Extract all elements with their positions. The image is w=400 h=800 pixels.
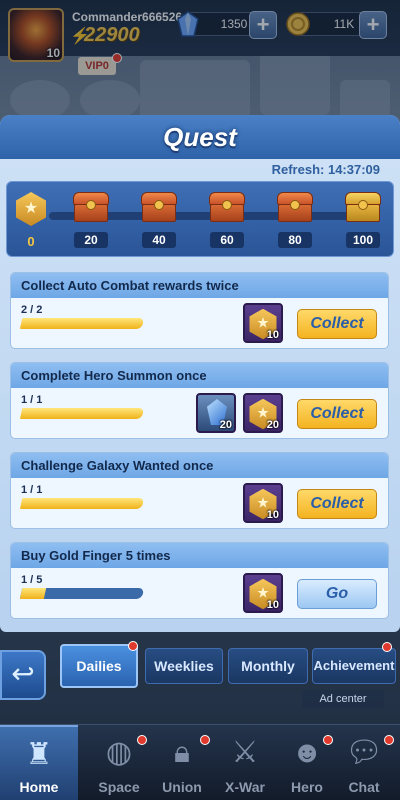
lock-icon: 🔒︎	[174, 736, 190, 769]
page-title: Quest	[163, 122, 237, 152]
current-points-value: 0	[27, 234, 35, 249]
milestone-label: 20	[74, 232, 108, 248]
quest-progress-text: 2 / 2	[21, 304, 43, 316]
quest-row: Buy Gold Finger 5 times 1 / 5 ★ 10 Go	[10, 542, 389, 619]
milestone-chest[interactable]: 100	[341, 190, 385, 249]
milestone-label: 40	[142, 232, 176, 248]
home-tower-icon: ♜	[25, 738, 53, 771]
tab-achievement[interactable]: Achievement	[312, 648, 396, 684]
collect-button[interactable]: Collect	[297, 489, 377, 519]
planet-icon: ◍	[105, 736, 133, 769]
collect-button[interactable]: Collect	[297, 309, 377, 339]
chest-icon	[139, 190, 179, 224]
milestone-label: 100	[346, 232, 380, 248]
quest-title-bar: Quest	[0, 115, 400, 159]
reward-quest-medal[interactable]: ★ 10	[243, 303, 283, 343]
quest-row: Complete Hero Summon once 1 / 1 20 ★ 20 …	[10, 362, 389, 439]
reward-count: 10	[266, 599, 279, 611]
chat-bubble-icon: 💬︎	[344, 736, 384, 769]
milestone-chest[interactable]: 80	[273, 190, 317, 249]
milestone-chest[interactable]: 60	[205, 190, 249, 249]
chest-icon	[207, 190, 247, 224]
milestone-bar: ★ 0 20 40 60 80 100	[6, 181, 394, 257]
union-notification-dot	[200, 735, 210, 745]
quest-progress-text: 1 / 5	[21, 574, 43, 586]
quest-title: Collect Auto Combat rewards twice	[21, 278, 239, 293]
collect-button[interactable]: Collect	[297, 399, 377, 429]
ad-center-button[interactable]: Ad center	[302, 690, 384, 708]
quest-title: Buy Gold Finger 5 times	[21, 548, 171, 563]
quest-medal-icon: ★	[14, 190, 48, 228]
chest-icon	[275, 190, 315, 224]
reward-crystal[interactable]: 20	[196, 393, 236, 433]
go-button[interactable]: Go	[297, 579, 377, 609]
quest-row: Collect Auto Combat rewards twice 2 / 2 …	[10, 272, 389, 349]
tab-monthly[interactable]: Monthly	[228, 648, 308, 684]
crossed-swords-icon: ⚔	[231, 736, 259, 769]
nav-label: Chat	[348, 779, 380, 795]
nav-label: Home	[19, 779, 59, 795]
chest-icon	[71, 190, 111, 224]
quest-progress-bar	[19, 318, 145, 329]
achievement-notification-dot	[382, 642, 392, 652]
nav-home[interactable]: ♜ Home	[0, 725, 78, 800]
reward-count: 10	[266, 329, 279, 341]
quest-title: Complete Hero Summon once	[21, 368, 207, 383]
quest-progress-bar	[19, 498, 145, 509]
bottom-nav: ♜ Home ◍ Space 🔒︎ Union ⚔ X-War ☻ Hero 💬…	[0, 724, 400, 800]
milestone-label: 80	[278, 232, 312, 248]
quest-row: Challenge Galaxy Wanted once 1 / 1 ★ 10 …	[10, 452, 389, 529]
reward-count: 10	[266, 509, 279, 521]
gold-chest-icon	[343, 190, 383, 224]
chat-notification-dot	[384, 735, 394, 745]
quest-panel: Quest Refresh: 14:37:09 ★ 0 20 40 60 80	[0, 115, 400, 632]
back-button[interactable]: ↩	[0, 650, 46, 700]
reward-count: 20	[266, 419, 279, 431]
tab-dailies[interactable]: Dailies	[60, 644, 138, 688]
quest-progress-bar	[19, 588, 145, 599]
quest-progress-text: 1 / 1	[21, 394, 43, 406]
quest-progress-text: 1 / 1	[21, 484, 43, 496]
back-arrow-icon: ↩	[11, 658, 35, 689]
current-points: ★ 0	[9, 190, 53, 249]
milestone-chest[interactable]: 40	[137, 190, 181, 249]
tab-weeklies[interactable]: Weeklies	[145, 648, 223, 684]
milestone-label: 60	[210, 232, 244, 248]
quest-title: Challenge Galaxy Wanted once	[21, 458, 214, 473]
hero-notification-dot	[323, 735, 333, 745]
reward-quest-medal[interactable]: ★ 20	[243, 393, 283, 433]
dailies-notification-dot	[128, 641, 138, 651]
reward-quest-medal[interactable]: ★ 10	[243, 483, 283, 523]
reward-quest-medal[interactable]: ★ 10	[243, 573, 283, 613]
quest-progress-bar	[19, 408, 145, 419]
reward-count: 20	[219, 419, 232, 431]
refresh-timer: Refresh: 14:37:09	[271, 162, 380, 177]
milestone-chest[interactable]: 20	[69, 190, 113, 249]
space-notification-dot	[137, 735, 147, 745]
